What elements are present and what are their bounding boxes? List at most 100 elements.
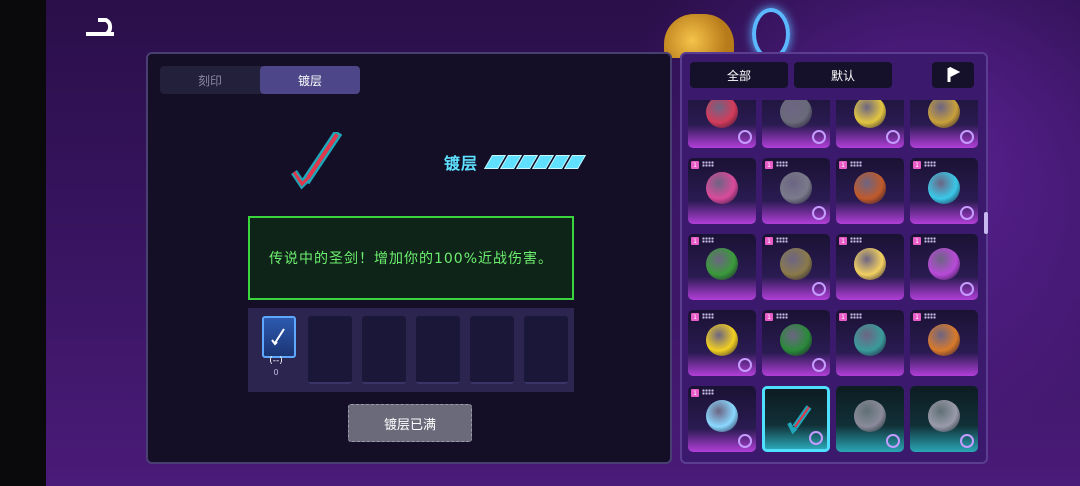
cup-icon xyxy=(812,282,826,296)
coating-level: 镀层 xyxy=(444,150,587,174)
rarity-tag: 1 xyxy=(691,161,699,169)
coating-title: 镀层 xyxy=(444,154,479,173)
knight-helmet-icon xyxy=(928,400,960,432)
rarity-tag: 1 xyxy=(765,161,773,169)
rarity-tag: 1 xyxy=(839,161,847,169)
inventory-item[interactable]: 1 xyxy=(836,310,904,376)
rarity-tag: 1 xyxy=(839,237,847,245)
t-icon xyxy=(960,130,974,144)
coating-panel: 刻印 镀层 镀层 传说中的圣剑！增加你的100%近战伤害。 (--) 0 镀层已… xyxy=(146,52,672,464)
inventory-item[interactable]: 1 xyxy=(836,158,904,224)
wing-icon xyxy=(809,431,823,445)
inventory-item[interactable] xyxy=(910,100,978,148)
rarity-dots xyxy=(850,161,862,167)
rarity-tag: 1 xyxy=(839,313,847,321)
inventory-item[interactable]: 1 xyxy=(762,234,830,300)
coating-slot-empty[interactable] xyxy=(524,316,568,384)
inventory-item[interactable]: 1 xyxy=(836,234,904,300)
trophy-icon xyxy=(928,100,960,128)
coating-slot-empty[interactable] xyxy=(362,316,406,384)
inventory-item[interactable]: 1 xyxy=(688,234,756,300)
inventory-item[interactable]: 1 xyxy=(762,310,830,376)
inventory-item[interactable] xyxy=(762,100,830,148)
flag-icon xyxy=(947,67,960,82)
tab-bar: 刻印 镀层 xyxy=(160,66,360,94)
item-inventory-panel: 全部 默认 1 1 1 1 1 1 1 1 1 1 1 1 1 xyxy=(680,52,988,464)
description-box: 传说中的圣剑！增加你的100%近战伤害。 xyxy=(248,216,574,300)
rarity-tag: 1 xyxy=(765,237,773,245)
coating-slot-empty[interactable] xyxy=(308,316,352,384)
sword-card-icon xyxy=(262,316,296,358)
rarity-dots xyxy=(702,313,714,319)
anvil-icon xyxy=(780,172,812,204)
rarity-tag: 1 xyxy=(691,237,699,245)
rarity-tag: 1 xyxy=(765,313,773,321)
rarity-dots xyxy=(850,237,862,243)
rarity-dots xyxy=(924,161,936,167)
coating-slot-filled[interactable]: (--) 0 xyxy=(254,316,298,382)
rarity-dots xyxy=(702,389,714,395)
filter-default-button[interactable]: 默认 xyxy=(794,62,892,88)
bug-icon xyxy=(928,172,960,204)
inventory-scrollbar[interactable] xyxy=(984,212,988,234)
sword-icon xyxy=(291,132,343,190)
slot-mark: (--) xyxy=(269,356,283,366)
screen-edge xyxy=(0,0,46,486)
swirl-icon xyxy=(738,358,752,372)
swirl-icon xyxy=(960,282,974,296)
inventory-item[interactable]: 1 xyxy=(688,158,756,224)
ghost-flame-icon xyxy=(706,400,738,432)
rarity-tag: 1 xyxy=(913,313,921,321)
wing-icon xyxy=(960,206,974,220)
coating-level-bar xyxy=(483,155,587,169)
rarity-dots xyxy=(776,237,788,243)
ice-cream-icon xyxy=(854,248,886,280)
swirl-icon xyxy=(738,130,752,144)
target-shield-icon xyxy=(706,100,738,128)
inventory-item[interactable]: 1 xyxy=(910,310,978,376)
sword-icon xyxy=(783,403,815,435)
green-glove-icon xyxy=(706,248,738,280)
rarity-dots xyxy=(702,237,714,243)
ii-icon xyxy=(960,434,974,448)
tab-coating[interactable]: 镀层 xyxy=(260,66,360,94)
coating-slot-empty[interactable] xyxy=(416,316,460,384)
potion-icon xyxy=(928,248,960,280)
inventory-item[interactable] xyxy=(836,100,904,148)
inventory-item[interactable] xyxy=(836,386,904,452)
rarity-dots xyxy=(776,313,788,319)
fish-icon xyxy=(812,358,826,372)
coating-full-button[interactable]: 镀层已满 xyxy=(348,404,472,442)
inventory-item[interactable]: 1 xyxy=(688,386,756,452)
rarity-dots xyxy=(776,161,788,167)
rarity-tag: 1 xyxy=(913,237,921,245)
inventory-item[interactable]: 1 xyxy=(688,310,756,376)
wing-icon xyxy=(886,434,900,448)
rarity-dots xyxy=(850,313,862,319)
coating-slot-empty[interactable] xyxy=(470,316,514,384)
rarity-tag: 1 xyxy=(691,313,699,321)
description-text: 传说中的圣剑！增加你的100%近战伤害。 xyxy=(268,251,554,267)
item-grid: 1 1 1 1 1 1 1 1 1 1 1 1 1 xyxy=(688,100,978,462)
rarity-dots xyxy=(924,313,936,319)
tab-engrave[interactable]: 刻印 xyxy=(160,66,260,94)
target-icon xyxy=(812,206,826,220)
backpack-gray-icon xyxy=(854,400,886,432)
inventory-item[interactable]: 1 xyxy=(910,234,978,300)
inventory-item[interactable]: 1 xyxy=(910,158,978,224)
sort-button[interactable] xyxy=(932,62,974,88)
rarity-dots xyxy=(702,161,714,167)
inventory-item[interactable] xyxy=(688,100,756,148)
inventory-item[interactable] xyxy=(762,386,830,452)
spartan-helmet-icon xyxy=(854,172,886,204)
back-button[interactable] xyxy=(84,14,118,40)
2077-patch-icon xyxy=(706,172,738,204)
inventory-item[interactable]: 1 xyxy=(762,158,830,224)
filter-all-button[interactable]: 全部 xyxy=(690,62,788,88)
inventory-item[interactable] xyxy=(910,386,978,452)
lion-icon xyxy=(928,324,960,356)
rarity-dots xyxy=(924,237,936,243)
slot-count: 0 xyxy=(273,368,279,377)
rarity-tag: 1 xyxy=(691,389,699,397)
watch-icon xyxy=(854,324,886,356)
